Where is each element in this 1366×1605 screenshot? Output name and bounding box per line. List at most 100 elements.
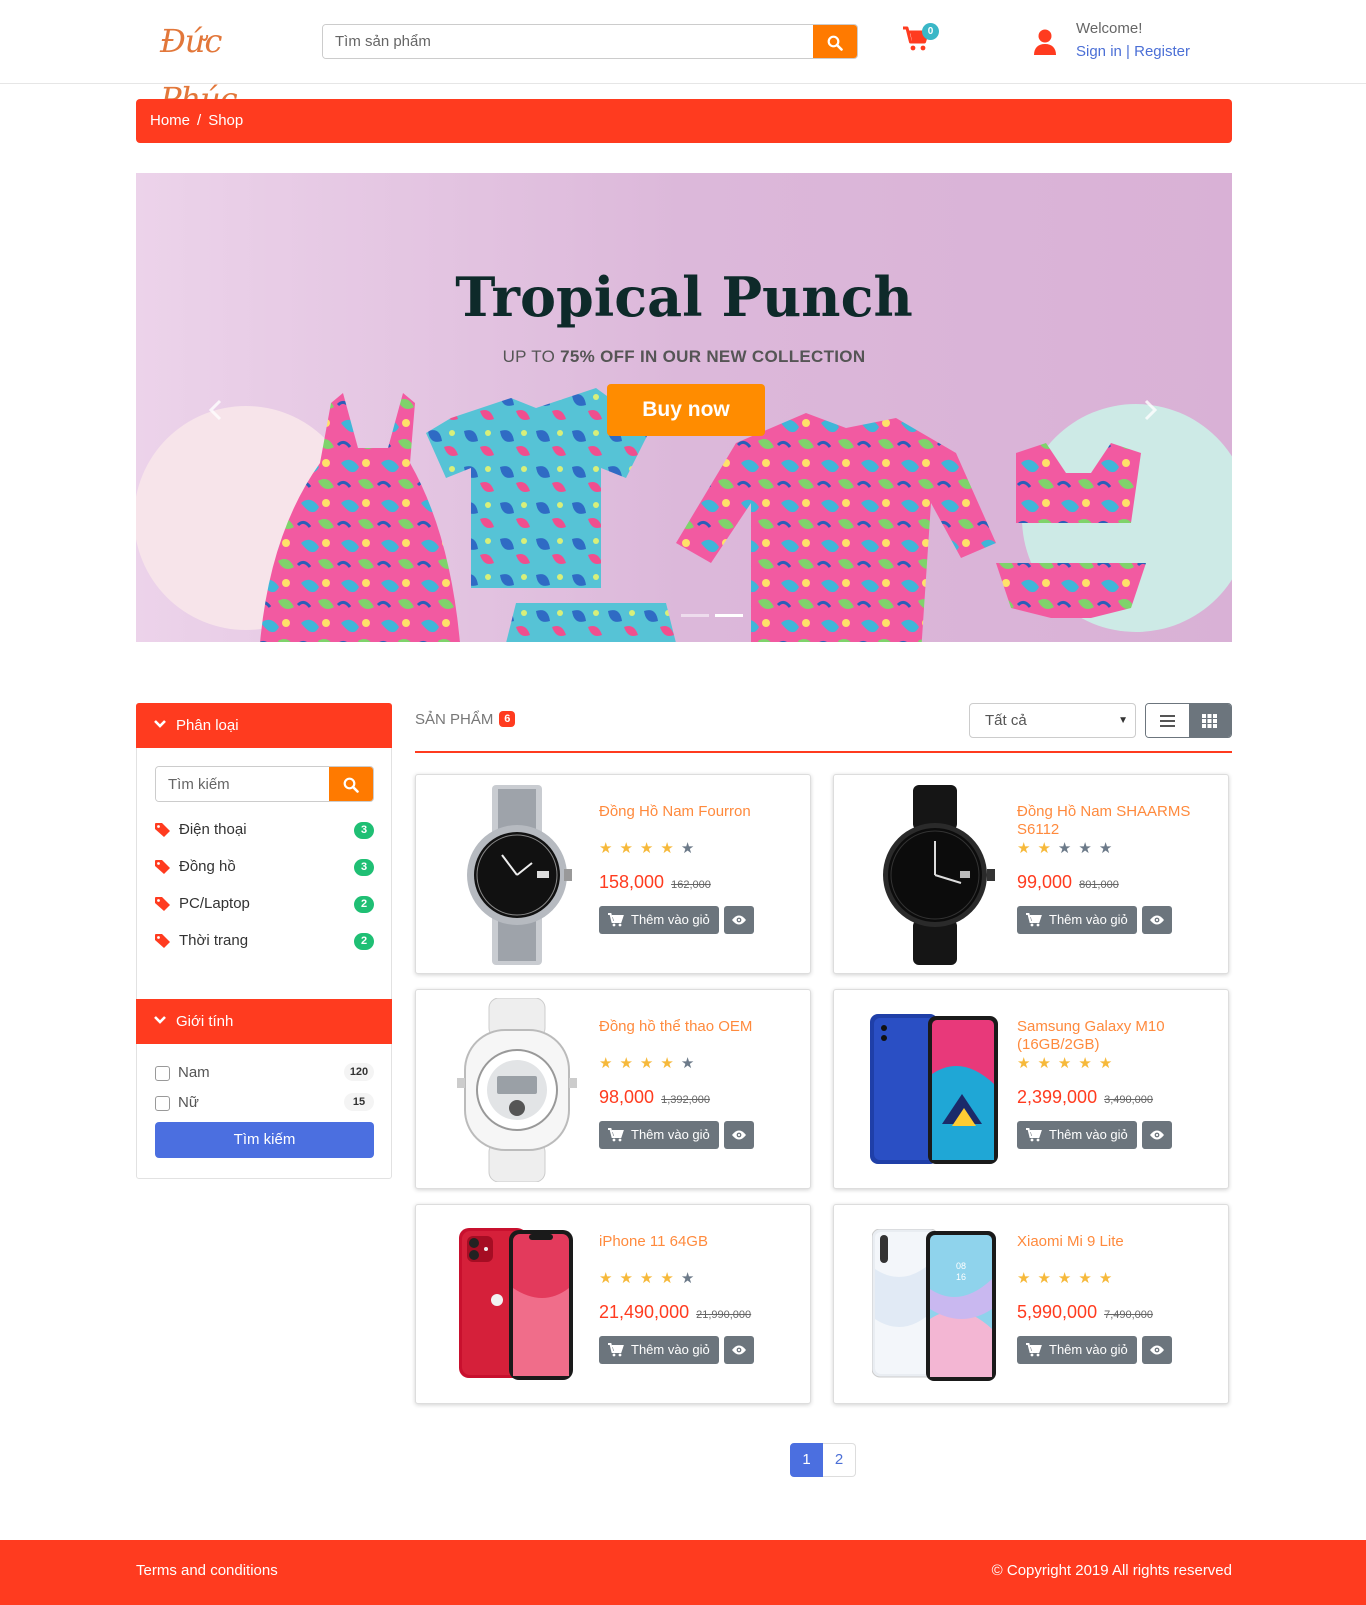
products-title-text: SẢN PHẨM (415, 711, 494, 728)
sidebar-search-input[interactable] (156, 767, 329, 801)
auth-links: Sign in | Register (1076, 43, 1190, 60)
product-image[interactable] (434, 998, 599, 1182)
product-search-input[interactable] (323, 25, 813, 58)
chevron-down-icon (154, 1016, 166, 1024)
product-name[interactable]: Xiaomi Mi 9 Lite (1017, 1233, 1217, 1251)
product-image[interactable] (434, 783, 599, 967)
product-card: iPhone 11 64GB ★ ★ ★ ★ ★ 21,490,000 21,990,000… (415, 1204, 811, 1404)
gender-checkbox[interactable] (155, 1096, 170, 1111)
category-filter-select[interactable]: Tất cả ▼ (969, 703, 1136, 738)
caret-down-icon: ▼ (1118, 715, 1128, 726)
banner-indicator-2[interactable] (715, 614, 743, 617)
product-image[interactable] (852, 783, 1017, 967)
product-image[interactable] (434, 1213, 599, 1397)
gender-panel-header[interactable]: Giới tính (136, 999, 392, 1044)
search-icon (343, 777, 359, 793)
gender-option-nam[interactable]: Nam 120 (155, 1062, 374, 1084)
breadcrumb-home[interactable]: Home (150, 112, 190, 129)
sign-in-link[interactable]: Sign in (1076, 43, 1122, 60)
hero-banner[interactable]: Tropical Punch UP TO 75% OFF IN OUR NEW … (136, 173, 1232, 642)
category-item-pc-laptop[interactable]: PC/Laptop 2 (155, 892, 374, 916)
product-name[interactable]: Samsung Galaxy M10 (16GB/2GB) (1017, 1018, 1217, 1054)
header-search-button[interactable] (813, 25, 857, 58)
product-name[interactable]: Đồng Hồ Nam Fourron (599, 803, 799, 821)
star-icon: ★ (599, 1270, 613, 1287)
product-name[interactable]: Đồng Hồ Nam SHAARMS S6112 (1017, 803, 1217, 839)
category-panel-header[interactable]: Phân loại (136, 703, 392, 748)
view-mode-toggle (1145, 703, 1232, 738)
product-price: 158,000 162,000 (599, 872, 711, 893)
add-to-cart-button[interactable]: Thêm vào giỏ (1017, 1121, 1137, 1149)
product-image[interactable]: 08 16 (852, 1213, 1017, 1397)
product-card: Samsung Galaxy M10 (16GB/2GB) ★ ★ ★ ★ ★ 2,399,… (833, 989, 1229, 1189)
category-label: Đồng hồ (179, 858, 236, 875)
product-card: Đồng Hồ Nam Fourron ★ ★ ★ ★ ★ 158,000 162,000 T… (415, 774, 811, 974)
list-view-button[interactable] (1146, 704, 1189, 737)
category-filter-value: Tất cả (985, 712, 1027, 729)
star-icon: ★ (680, 1270, 695, 1287)
star-icon: ★ (619, 840, 633, 857)
grid-view-button[interactable] (1188, 704, 1231, 737)
sidebar-search-button[interactable] (329, 767, 373, 801)
quick-view-button[interactable] (1142, 1121, 1172, 1149)
add-to-cart-label: Thêm vào giỏ (1049, 912, 1128, 927)
page-1-link[interactable]: 1 (790, 1443, 823, 1477)
quick-view-button[interactable] (1142, 1336, 1172, 1364)
gender-option-nu[interactable]: Nữ 15 (155, 1092, 374, 1114)
user-icon (1034, 29, 1056, 55)
brand-logo[interactable]: Đức Phúc (160, 12, 295, 118)
gender-panel-title: Giới tính (176, 1013, 234, 1030)
add-to-cart-button[interactable]: Thêm vào giỏ (1017, 1336, 1137, 1364)
current-price: 2,399,000 (1017, 1087, 1098, 1107)
page-2-link[interactable]: 2 (823, 1443, 856, 1477)
star-icon: ★ (1057, 1270, 1072, 1287)
star-icon: ★ (1017, 840, 1031, 857)
product-name[interactable]: Đồng hồ thể thao OEM (599, 1018, 799, 1036)
old-price: 801,000 (1079, 879, 1119, 891)
add-to-cart-button[interactable]: Thêm vào giỏ (599, 1121, 719, 1149)
gender-checkbox[interactable] (155, 1066, 170, 1081)
filter-submit-button[interactable]: Tìm kiếm (155, 1122, 374, 1158)
site-header: Đức Phúc 0 Welcome! Sign in | Register (0, 0, 1366, 118)
product-image[interactable] (852, 998, 1017, 1182)
add-to-cart-label: Thêm vào giỏ (631, 912, 710, 927)
product-price: 2,399,000 3,490,000 (1017, 1087, 1153, 1108)
banner-subtitle-highlight: 75% OFF IN OUR NEW COLLECTION (560, 347, 866, 366)
tag-icon (155, 934, 170, 948)
quick-view-button[interactable] (724, 1121, 754, 1149)
product-name[interactable]: iPhone 11 64GB (599, 1233, 799, 1251)
banner-subtitle: UP TO 75% OFF IN OUR NEW COLLECTION (136, 347, 1232, 367)
add-to-cart-button[interactable]: Thêm vào giỏ (599, 1336, 719, 1364)
star-icon: ★ (1017, 1270, 1031, 1287)
cart-icon (1026, 913, 1042, 927)
cart-button[interactable]: 0 (902, 23, 939, 56)
svg-text:16: 16 (956, 1272, 966, 1282)
banner-prev-arrow[interactable] (200, 395, 230, 425)
quick-view-button[interactable] (724, 1336, 754, 1364)
category-item-dien-thoai[interactable]: Điện thoại 3 (155, 818, 374, 842)
product-price: 99,000 801,000 (1017, 872, 1119, 893)
quick-view-button[interactable] (1142, 906, 1172, 934)
category-count-badge: 3 (354, 859, 374, 876)
breadcrumb: Home / Shop (136, 99, 1232, 143)
add-to-cart-button[interactable]: Thêm vào giỏ (1017, 906, 1137, 934)
old-price: 3,490,000 (1104, 1094, 1154, 1106)
category-item-dong-ho[interactable]: Đồng hồ 3 (155, 855, 374, 879)
category-item-thoi-trang[interactable]: Thời trang 2 (155, 929, 374, 953)
buy-now-button[interactable]: Buy now (607, 384, 765, 436)
old-price: 162,000 (671, 879, 711, 891)
tag-icon (155, 860, 170, 874)
add-to-cart-label: Thêm vào giỏ (1049, 1342, 1128, 1357)
old-price: 7,490,000 (1104, 1309, 1154, 1321)
register-link[interactable]: Register (1134, 43, 1190, 60)
products-count-badge: 6 (499, 711, 516, 727)
terms-link[interactable]: Terms and conditions (136, 1562, 278, 1579)
quick-view-button[interactable] (724, 906, 754, 934)
cart-icon (608, 1128, 624, 1142)
add-to-cart-button[interactable]: Thêm vào giỏ (599, 906, 719, 934)
banner-indicator-1[interactable] (681, 614, 709, 617)
current-price: 158,000 (599, 872, 665, 892)
search-icon (827, 35, 843, 51)
banner-next-arrow[interactable] (1136, 395, 1166, 425)
star-icon: ★ (1057, 840, 1072, 857)
